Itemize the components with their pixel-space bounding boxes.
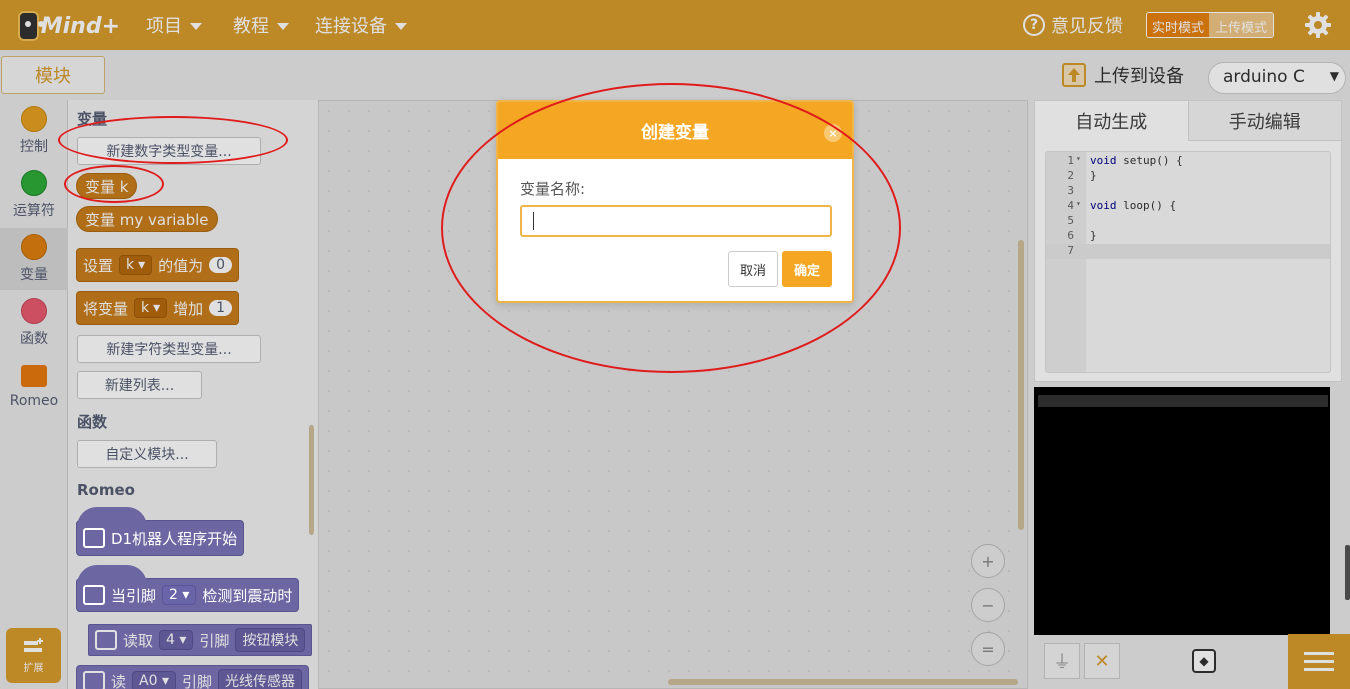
- robot-icon: [83, 528, 105, 548]
- block-text: 检测到震动时: [202, 586, 293, 605]
- dropdown-value: 2: [169, 587, 178, 603]
- cancel-button[interactable]: 取消: [728, 251, 778, 287]
- create-variable-dialog: 创建变量 × 变量名称: 取消 确定: [496, 100, 854, 303]
- robot-icon: [83, 585, 105, 605]
- close-icon[interactable]: ×: [824, 124, 842, 142]
- dialog-header: 创建变量 ×: [498, 102, 852, 159]
- variable-name-input[interactable]: [520, 205, 832, 237]
- block-text: 当引脚: [111, 586, 157, 605]
- pin-dropdown[interactable]: 2 ▾: [162, 585, 197, 605]
- block-text: D1机器人程序开始: [111, 529, 238, 548]
- confirm-button[interactable]: 确定: [782, 251, 832, 287]
- text-cursor: [533, 212, 534, 230]
- dialog-title: 创建变量: [641, 123, 709, 143]
- variable-name-label: 变量名称:: [520, 180, 586, 198]
